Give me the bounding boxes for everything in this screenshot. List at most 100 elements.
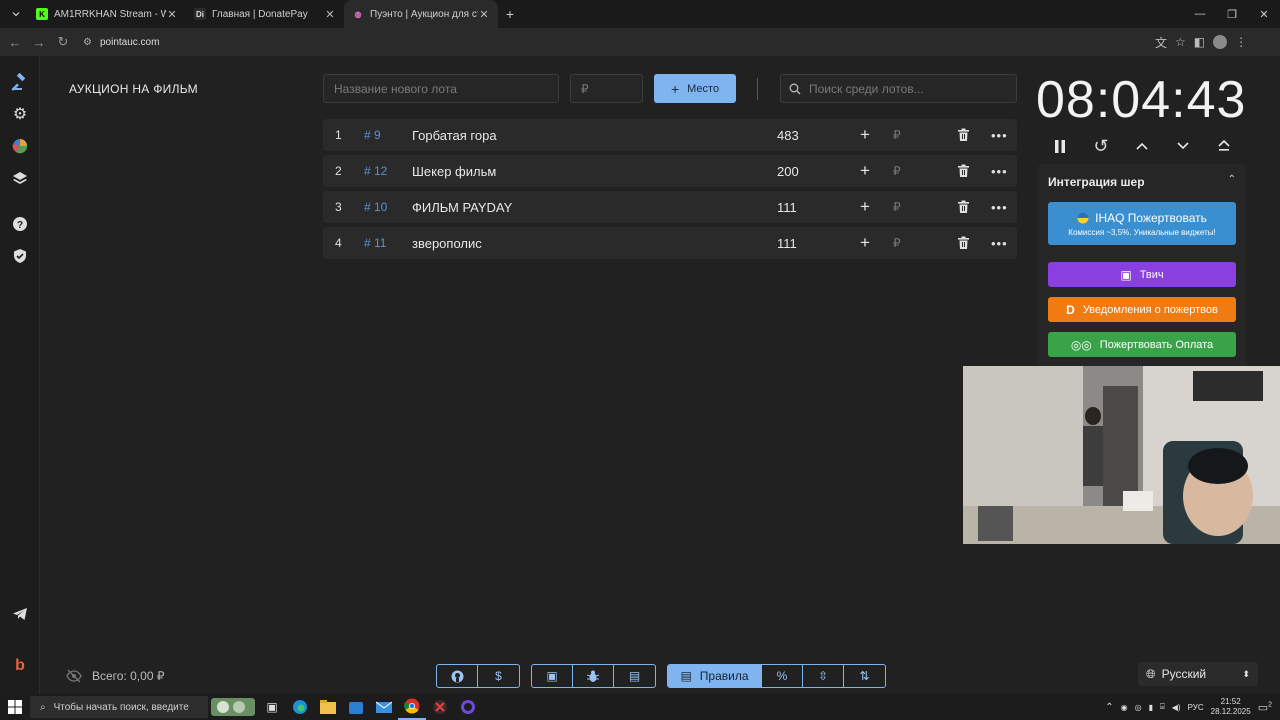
twitch-button[interactable]: ▣ Твич	[1048, 262, 1236, 287]
lot-name[interactable]: Шекер фильм	[412, 164, 496, 179]
donate-pay-button[interactable]: ◎◎ Пожертвовать Оплата	[1048, 332, 1236, 357]
trash-icon[interactable]	[957, 128, 970, 142]
donation-alerts-button[interactable]: D Уведомления о пожертвов	[1048, 297, 1236, 322]
lot-name[interactable]: зверополис	[412, 236, 482, 251]
add-place-button[interactable]: + Место	[654, 74, 736, 103]
language-select[interactable]: 🌐︎ Русский ⬍	[1138, 662, 1258, 686]
maximize-icon[interactable]: ❐	[1216, 0, 1248, 28]
star-icon[interactable]: ☆	[1175, 35, 1186, 49]
app-icon[interactable]	[426, 694, 454, 720]
sort-icon[interactable]: ⇅	[844, 665, 885, 687]
add-amount-icon[interactable]: +	[860, 197, 870, 217]
close-tab-icon[interactable]: ✕	[324, 8, 336, 21]
tray-app-icon[interactable]: ◉	[1121, 703, 1128, 712]
boosty-icon[interactable]: b	[10, 656, 30, 676]
lot-name[interactable]: Горбатая гора	[412, 128, 497, 143]
compress-icon[interactable]: ⇳	[803, 665, 844, 687]
translate-icon[interactable]: 文	[1155, 34, 1167, 51]
clock[interactable]: 21:52 28.12.2025	[1211, 697, 1251, 717]
tray-chevron-icon[interactable]: ⌃	[1105, 702, 1113, 713]
pie-chart-icon[interactable]	[10, 136, 30, 156]
kebab-menu-icon[interactable]: ⋮	[1235, 35, 1247, 49]
taskbar-search[interactable]: ⌕ Чтобы начать поиск, введите	[30, 696, 208, 718]
gavel-icon[interactable]	[10, 72, 30, 92]
obs-icon[interactable]	[454, 694, 482, 720]
currency-input[interactable]: ₽	[893, 200, 901, 214]
chevron-down-icon[interactable]	[1173, 136, 1193, 156]
browser-tab[interactable]: K AM1RRKHAN Stream - Watch Li ✕	[28, 0, 186, 28]
site-info-icon[interactable]: ⚙	[83, 37, 92, 48]
forward-icon[interactable]: →	[27, 30, 51, 54]
gear-icon[interactable]: ⚙	[10, 104, 30, 124]
usb-icon[interactable]: ▮	[1149, 703, 1153, 712]
currency-input[interactable]: ₽	[893, 236, 901, 250]
archive-icon[interactable]: ▤	[614, 665, 655, 687]
browser-tab-active[interactable]: ◍ Пуэнто | Аукцион для стримеров ✕	[344, 0, 498, 28]
chevron-up-icon[interactable]	[1132, 136, 1152, 156]
more-icon[interactable]: •••	[991, 236, 1008, 251]
close-tab-icon[interactable]: ✕	[166, 8, 178, 21]
help-icon[interactable]: ?	[10, 214, 30, 234]
url-field[interactable]: ⚙ pointauc.com	[83, 31, 1133, 53]
weather-widget-icon[interactable]	[208, 694, 258, 720]
collapse-icon[interactable]: ⌃	[1228, 174, 1236, 185]
explorer-icon[interactable]	[314, 694, 342, 720]
dollar-icon[interactable]: $	[478, 665, 519, 687]
ihaq-sub: Комиссия ~3,5%. Уникальные виджеты!	[1068, 227, 1216, 237]
add-amount-icon[interactable]: +	[860, 233, 870, 253]
new-tab-button[interactable]: +	[498, 6, 522, 22]
browser-tab[interactable]: Di Главная | DonatePay ✕	[186, 0, 344, 28]
tray-app-icon[interactable]: ◎	[1135, 703, 1142, 712]
chrome-icon[interactable]	[398, 694, 426, 720]
new-lot-amount-input[interactable]: ₽	[570, 74, 643, 103]
percent-button[interactable]: %	[762, 665, 803, 687]
more-icon[interactable]: •••	[991, 164, 1008, 179]
extensions-icon[interactable]: ◧	[1194, 35, 1205, 49]
windows-start-icon[interactable]	[8, 700, 22, 719]
new-lot-name-input[interactable]: Название нового лота	[323, 74, 559, 103]
volume-icon[interactable]: ◀︎)	[1172, 703, 1181, 712]
trash-icon[interactable]	[957, 200, 970, 214]
keyboard-lang[interactable]: РУС	[1188, 703, 1204, 712]
back-icon[interactable]: ←	[3, 30, 27, 54]
double-chevron-up-icon[interactable]	[1214, 136, 1234, 156]
mail-icon[interactable]	[370, 694, 398, 720]
trash-icon[interactable]	[957, 164, 970, 178]
lot-id[interactable]: # 11	[364, 236, 386, 250]
rules-button[interactable]: ▤ Правила	[668, 665, 762, 687]
more-icon[interactable]: •••	[991, 200, 1008, 215]
close-tab-icon[interactable]: ✕	[478, 8, 490, 21]
ihaq-donate-button[interactable]: IHAQ Пожертвовать Комиссия ~3,5%. Уникал…	[1048, 202, 1236, 245]
lot-search-input[interactable]: Поиск среди лотов...	[780, 74, 1017, 103]
currency-input[interactable]: ₽	[893, 128, 901, 142]
layers-icon[interactable]	[10, 168, 30, 188]
more-icon[interactable]: •••	[991, 128, 1008, 143]
lot-id[interactable]: # 9	[364, 128, 381, 142]
store-icon[interactable]	[342, 694, 370, 720]
reset-icon[interactable]: ↺	[1091, 136, 1111, 156]
network-icon[interactable]: ⌸	[1160, 702, 1165, 712]
save-icon[interactable]: ▣	[532, 665, 573, 687]
add-amount-icon[interactable]: +	[860, 161, 870, 181]
github-icon[interactable]	[437, 665, 478, 687]
reload-icon[interactable]: ↻	[51, 30, 75, 54]
task-view-icon[interactable]: ▣	[258, 694, 286, 720]
notification-icon[interactable]: ▭2	[1258, 701, 1272, 714]
pause-icon[interactable]	[1050, 136, 1070, 156]
eye-off-icon[interactable]	[66, 669, 82, 683]
lot-id[interactable]: # 10	[364, 200, 387, 214]
lot-name[interactable]: ФИЛЬМ PAYDAY	[412, 200, 512, 215]
edge-icon[interactable]	[286, 694, 314, 720]
tab-search-menu[interactable]	[4, 4, 28, 24]
bug-icon[interactable]	[573, 665, 614, 687]
add-amount-icon[interactable]: +	[860, 125, 870, 145]
telegram-icon[interactable]	[10, 604, 30, 624]
lot-position: 2	[335, 164, 342, 178]
shield-icon[interactable]	[10, 246, 30, 266]
close-window-icon[interactable]: ✕	[1248, 0, 1280, 28]
currency-input[interactable]: ₽	[893, 164, 901, 178]
minimize-icon[interactable]: —	[1184, 0, 1216, 28]
trash-icon[interactable]	[957, 236, 970, 250]
lot-id[interactable]: # 12	[364, 164, 387, 178]
profile-avatar[interactable]	[1213, 35, 1228, 49]
